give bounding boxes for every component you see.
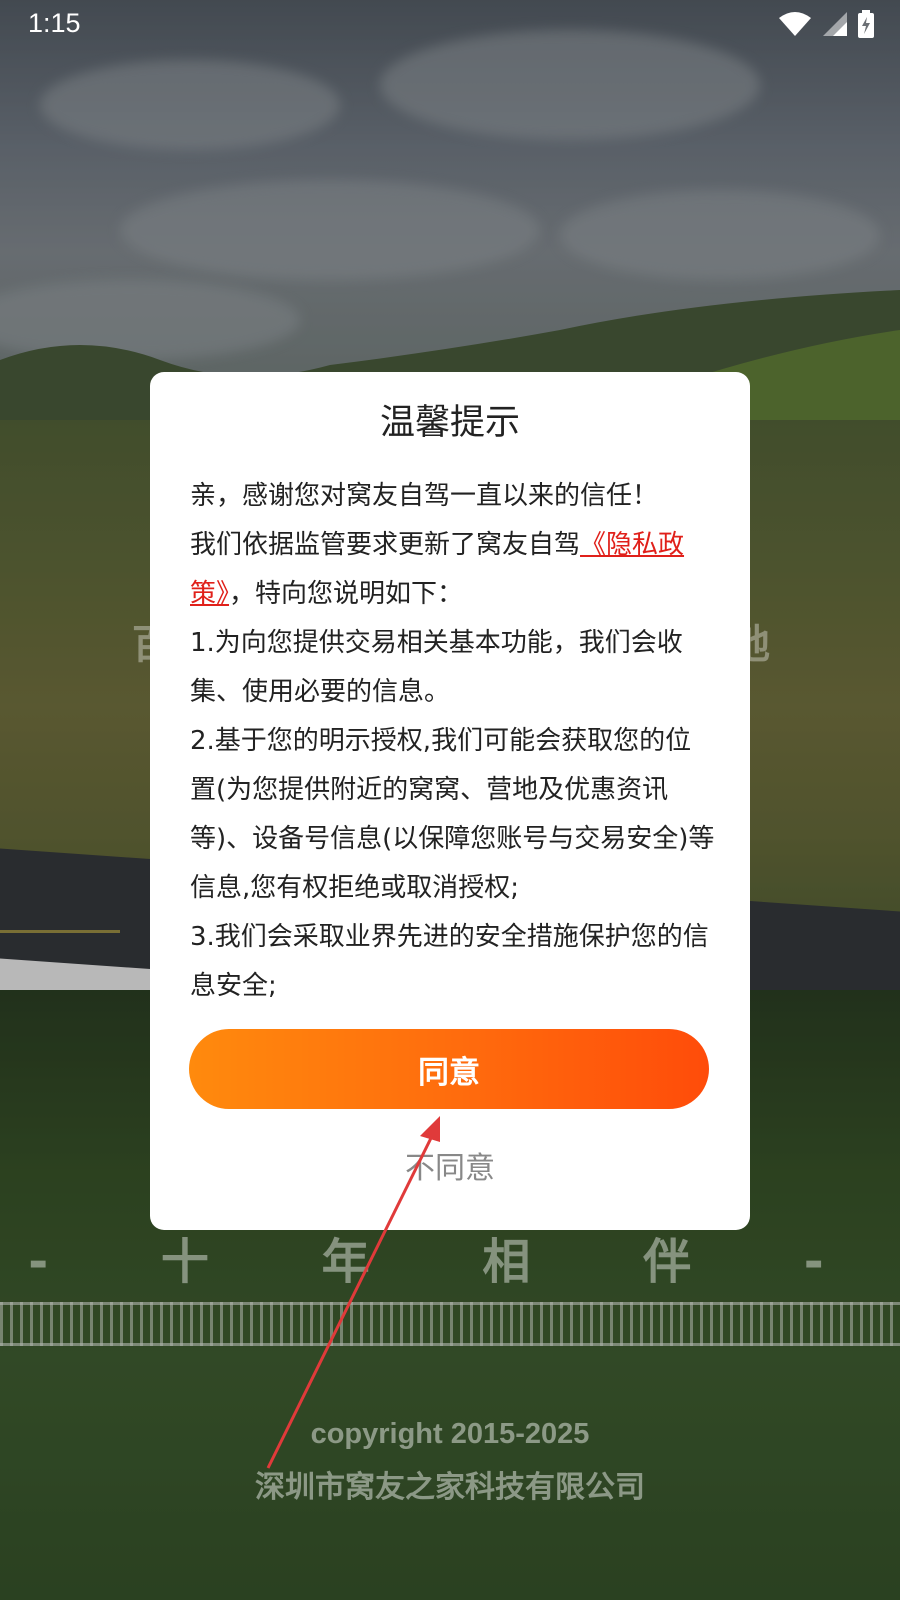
annotation-arrow-head [420, 1116, 440, 1142]
annotation-arrow [266, 1116, 440, 1469]
annotation-arrow-shaft [266, 1131, 436, 1469]
